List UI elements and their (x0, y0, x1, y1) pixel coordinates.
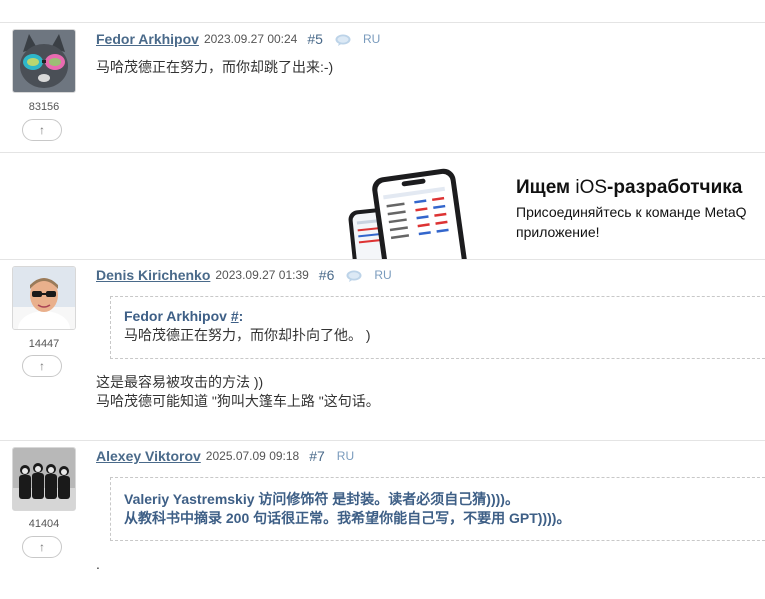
user-rating: 14447 (28, 338, 60, 350)
quote-text: 马哈茂德正在努力，而你却扑向了他。 ) (124, 327, 371, 343)
ad-title[interactable]: Ищем iOS-разработчика (516, 177, 742, 199)
avatar[interactable] (12, 29, 76, 93)
upvote-button[interactable]: ↑ (22, 119, 62, 141)
post-body-line: 马哈茂德可能知道 "狗叫大篷车上路 "这句话。 (96, 393, 380, 409)
comment-bubble-icon[interactable] (346, 269, 362, 282)
upvote-button[interactable]: ↑ (22, 355, 62, 377)
post-number-link[interactable]: #5 (307, 31, 323, 47)
quote-text: Valeriy Yastremskiy 访问修饰符 是封装。读者必须自己猜)))… (124, 491, 519, 507)
post-number-link[interactable]: #6 (319, 267, 335, 283)
quote-source-link[interactable]: # (231, 308, 239, 324)
ad-banner[interactable]: Ищем iOS-разработчика Присоединяйтесь к … (0, 153, 765, 259)
post-meta: Denis Kirichenko 2023.09.27 01:39 #6 RU (96, 265, 392, 285)
upvote-button[interactable]: ↑ (22, 536, 62, 558)
divider (0, 22, 765, 23)
post-date: 2025.07.09 09:18 (205, 449, 300, 463)
arrow-up-icon: ↑ (39, 359, 45, 373)
post-body-line: . (96, 556, 100, 572)
user-rating: 41404 (28, 518, 60, 530)
author-link[interactable]: Fedor Arkhipov (96, 31, 199, 47)
quote-block: Fedor Arkhipov #: 马哈茂德正在努力，而你却扑向了他。 ) (110, 296, 765, 359)
user-rating: 83156 (28, 101, 60, 113)
translation-lang-link[interactable]: RU (374, 268, 391, 282)
arrow-up-icon: ↑ (39, 123, 45, 137)
quote-block: Valeriy Yastremskiy 访问修饰符 是封装。读者必须自己猜)))… (110, 477, 765, 541)
quote-text: 从教科书中摘录 200 句话很正常。我希望你能自己写，不要用 GPT))))。 (124, 510, 571, 526)
translation-lang-link[interactable]: RU (337, 449, 354, 463)
ad-description: Присоединяйтесь к команде MetaQ приложен… (516, 204, 747, 240)
quote-author[interactable]: Fedor Arkhipov (124, 308, 227, 324)
post-date: 2023.09.27 01:39 (215, 268, 309, 282)
post-meta: Fedor Arkhipov 2023.09.27 00:24 #5 RU (96, 29, 380, 49)
comment-bubble-icon[interactable] (335, 33, 351, 46)
post-body-line: 这是最容易被攻击的方法 )) (96, 374, 264, 390)
divider (0, 259, 765, 260)
post-body-line: 马哈茂德正在努力，而你却跳了出来:-) (96, 59, 334, 75)
post-number-link[interactable]: #7 (309, 448, 325, 464)
author-link[interactable]: Denis Kirichenko (96, 267, 210, 283)
translation-lang-link[interactable]: RU (363, 32, 380, 46)
divider (0, 440, 765, 441)
avatar[interactable] (12, 266, 76, 330)
post-date: 2023.09.27 00:24 (203, 32, 298, 46)
post-meta: Alexey Viktorov 2025.07.09 09:18 #7 RU (96, 446, 354, 466)
author-link[interactable]: Alexey Viktorov (96, 448, 201, 464)
arrow-up-icon: ↑ (39, 540, 45, 554)
phone-mockup-image (348, 168, 468, 259)
avatar[interactable] (12, 447, 76, 511)
